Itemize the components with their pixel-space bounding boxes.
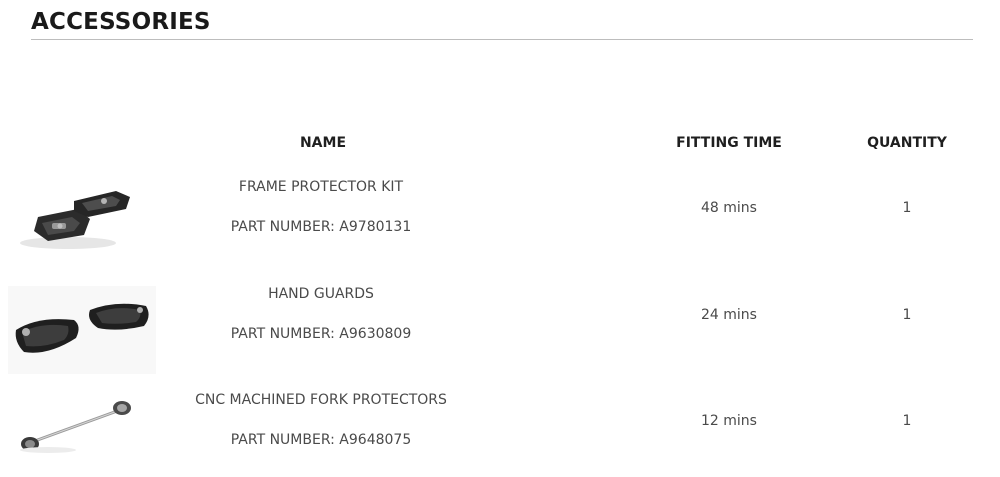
quantity-value: 1	[902, 413, 912, 429]
fork-protectors-image	[20, 401, 131, 453]
table-row: CNC MACHINED FORK PROTECTORS PART NUMBER…	[0, 390, 1000, 477]
fitting-time-value: 24 mins	[701, 307, 757, 323]
quantity-value: 1	[902, 200, 912, 216]
frame-protector-kit-image	[20, 191, 130, 249]
part-number: PART NUMBER: A9630809	[230, 326, 412, 342]
table-row: HAND GUARDS PART NUMBER: A9630809 24 min…	[0, 284, 1000, 390]
column-header-fitting-time: FITTING TIME	[676, 135, 782, 151]
accessories-page: ACCESSORIES NAME FITTING TIME QUANTITY F…	[0, 0, 1000, 477]
section-heading: ACCESSORIES	[31, 9, 211, 35]
hand-guards-image	[8, 286, 156, 374]
table-row: FRAME PROTECTOR KIT PART NUMBER: A978013…	[0, 177, 1000, 283]
column-header-quantity: QUANTITY	[867, 135, 947, 151]
product-name: CNC MACHINED FORK PROTECTORS	[195, 392, 447, 408]
column-header-name: NAME	[299, 135, 347, 151]
product-name: FRAME PROTECTOR KIT	[238, 179, 404, 195]
heading-divider	[31, 39, 973, 40]
part-number: PART NUMBER: A9648075	[230, 432, 412, 448]
fitting-time-value: 12 mins	[701, 413, 757, 429]
fitting-time-value: 48 mins	[701, 200, 757, 216]
product-name: HAND GUARDS	[268, 286, 374, 302]
quantity-value: 1	[902, 307, 912, 323]
part-number: PART NUMBER: A9780131	[230, 219, 412, 235]
